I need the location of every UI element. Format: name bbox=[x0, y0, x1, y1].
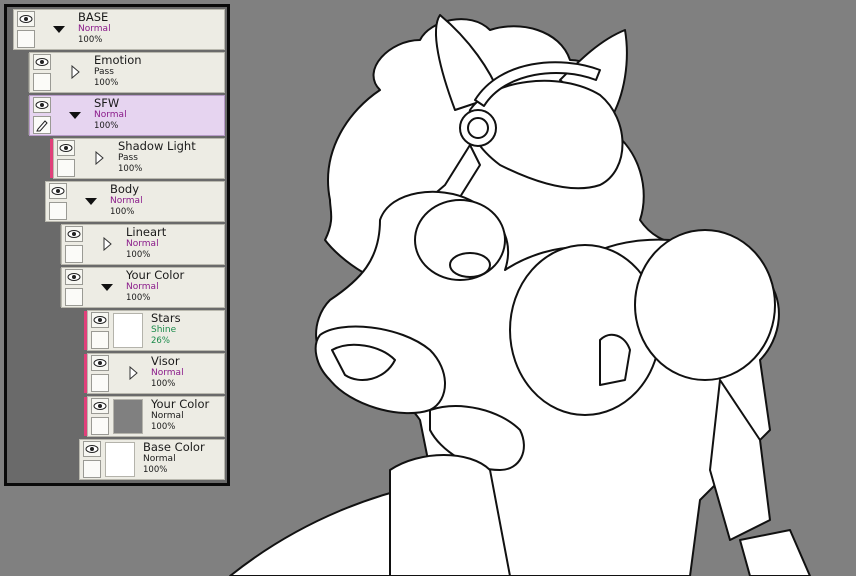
eye-icon[interactable] bbox=[65, 226, 83, 242]
layer-opacity: 100% bbox=[151, 379, 176, 389]
layer-name: Emotion bbox=[94, 53, 142, 67]
layer-panel: BASE Normal 100% Emotion Pass 100% SFW N… bbox=[4, 4, 230, 486]
layer-lock-checkbox[interactable] bbox=[91, 374, 109, 392]
eye-icon[interactable] bbox=[91, 398, 109, 414]
layer-name: Your Color bbox=[126, 268, 185, 282]
layer-name: Your Color bbox=[151, 397, 210, 411]
layer-row-your-color-folder[interactable]: Your Color Normal 100% bbox=[60, 267, 225, 308]
layer-lock-checkbox[interactable] bbox=[65, 288, 83, 306]
layer-thumbnail bbox=[113, 313, 143, 348]
eye-icon[interactable] bbox=[49, 183, 67, 199]
eye-icon[interactable] bbox=[65, 269, 83, 285]
layer-list: BASE Normal 100% Emotion Pass 100% SFW N… bbox=[7, 7, 227, 483]
layer-lock-checkbox[interactable] bbox=[83, 460, 101, 478]
layer-name: Body bbox=[110, 182, 140, 196]
layer-name: Shadow Light bbox=[118, 139, 196, 153]
layer-row-visor[interactable]: Visor Normal 100% bbox=[84, 353, 225, 394]
layer-name: SFW bbox=[94, 96, 120, 110]
triangle-down-icon[interactable] bbox=[100, 280, 114, 294]
layer-blend-mode: Normal bbox=[143, 454, 176, 464]
layer-blend-mode: Shine bbox=[151, 325, 177, 335]
pencil-icon[interactable] bbox=[33, 116, 51, 134]
layer-blend-mode: Normal bbox=[151, 411, 184, 421]
triangle-down-icon[interactable] bbox=[68, 108, 82, 122]
layer-row-body[interactable]: Body Normal 100% bbox=[45, 181, 225, 222]
layer-name: Base Color bbox=[143, 440, 205, 454]
triangle-down-icon[interactable] bbox=[84, 194, 98, 208]
layer-row-sfw[interactable]: SFW Normal 100% bbox=[28, 95, 225, 136]
layer-row-shadow-light[interactable]: Shadow Light Pass 100% bbox=[50, 138, 225, 179]
layer-thumbnail bbox=[105, 442, 135, 477]
triangle-right-icon[interactable] bbox=[126, 366, 140, 380]
layer-thumbnail bbox=[113, 399, 143, 434]
eye-icon[interactable] bbox=[91, 312, 109, 328]
layer-row-lineart[interactable]: Lineart Normal 100% bbox=[60, 224, 225, 265]
layer-row-stars[interactable]: Stars Shine 26% bbox=[84, 310, 225, 351]
layer-lock-checkbox[interactable] bbox=[57, 159, 75, 177]
layer-row-emotion[interactable]: Emotion Pass 100% bbox=[28, 52, 225, 93]
layer-opacity: 100% bbox=[143, 465, 168, 475]
eye-icon[interactable] bbox=[17, 11, 35, 27]
layer-opacity: 100% bbox=[110, 207, 135, 217]
layer-blend-mode: Normal bbox=[151, 368, 184, 378]
layer-name: Stars bbox=[151, 311, 181, 325]
triangle-right-icon[interactable] bbox=[92, 151, 106, 165]
layer-blend-mode: Normal bbox=[110, 196, 143, 206]
triangle-down-icon[interactable] bbox=[52, 22, 66, 36]
layer-name: BASE bbox=[78, 10, 109, 24]
layer-lock-checkbox[interactable] bbox=[33, 73, 51, 91]
layer-blend-mode: Pass bbox=[118, 153, 138, 163]
layer-lock-checkbox[interactable] bbox=[91, 417, 109, 435]
layer-lock-checkbox[interactable] bbox=[17, 30, 35, 48]
layer-opacity: 100% bbox=[126, 293, 151, 303]
layer-row-base[interactable]: BASE Normal 100% bbox=[13, 9, 225, 50]
eye-icon[interactable] bbox=[91, 355, 109, 371]
layer-blend-mode: Normal bbox=[94, 110, 127, 120]
layer-lock-checkbox[interactable] bbox=[65, 245, 83, 263]
layer-blend-mode: Pass bbox=[94, 67, 114, 77]
layer-opacity: 100% bbox=[151, 422, 176, 432]
eye-icon[interactable] bbox=[33, 54, 51, 70]
triangle-right-icon[interactable] bbox=[68, 65, 82, 79]
layer-row-your-color[interactable]: Your Color Normal 100% bbox=[84, 396, 225, 437]
layer-name: Visor bbox=[151, 354, 180, 368]
layer-blend-mode: Normal bbox=[78, 24, 111, 34]
layer-opacity: 100% bbox=[126, 250, 151, 260]
layer-opacity: 26% bbox=[151, 336, 170, 346]
layer-opacity: 100% bbox=[94, 78, 119, 88]
eye-icon[interactable] bbox=[83, 441, 101, 457]
eye-icon[interactable] bbox=[33, 97, 51, 113]
layer-opacity: 100% bbox=[78, 35, 103, 45]
layer-lock-checkbox[interactable] bbox=[91, 331, 109, 349]
layer-blend-mode: Normal bbox=[126, 239, 159, 249]
layer-name: Lineart bbox=[126, 225, 167, 239]
layer-opacity: 100% bbox=[94, 121, 119, 131]
layer-row-base-color[interactable]: Base Color Normal 100% bbox=[79, 439, 225, 480]
layer-blend-mode: Normal bbox=[126, 282, 159, 292]
layer-opacity: 100% bbox=[118, 164, 143, 174]
layer-lock-checkbox[interactable] bbox=[49, 202, 67, 220]
triangle-right-icon[interactable] bbox=[100, 237, 114, 251]
eye-icon[interactable] bbox=[57, 140, 75, 156]
